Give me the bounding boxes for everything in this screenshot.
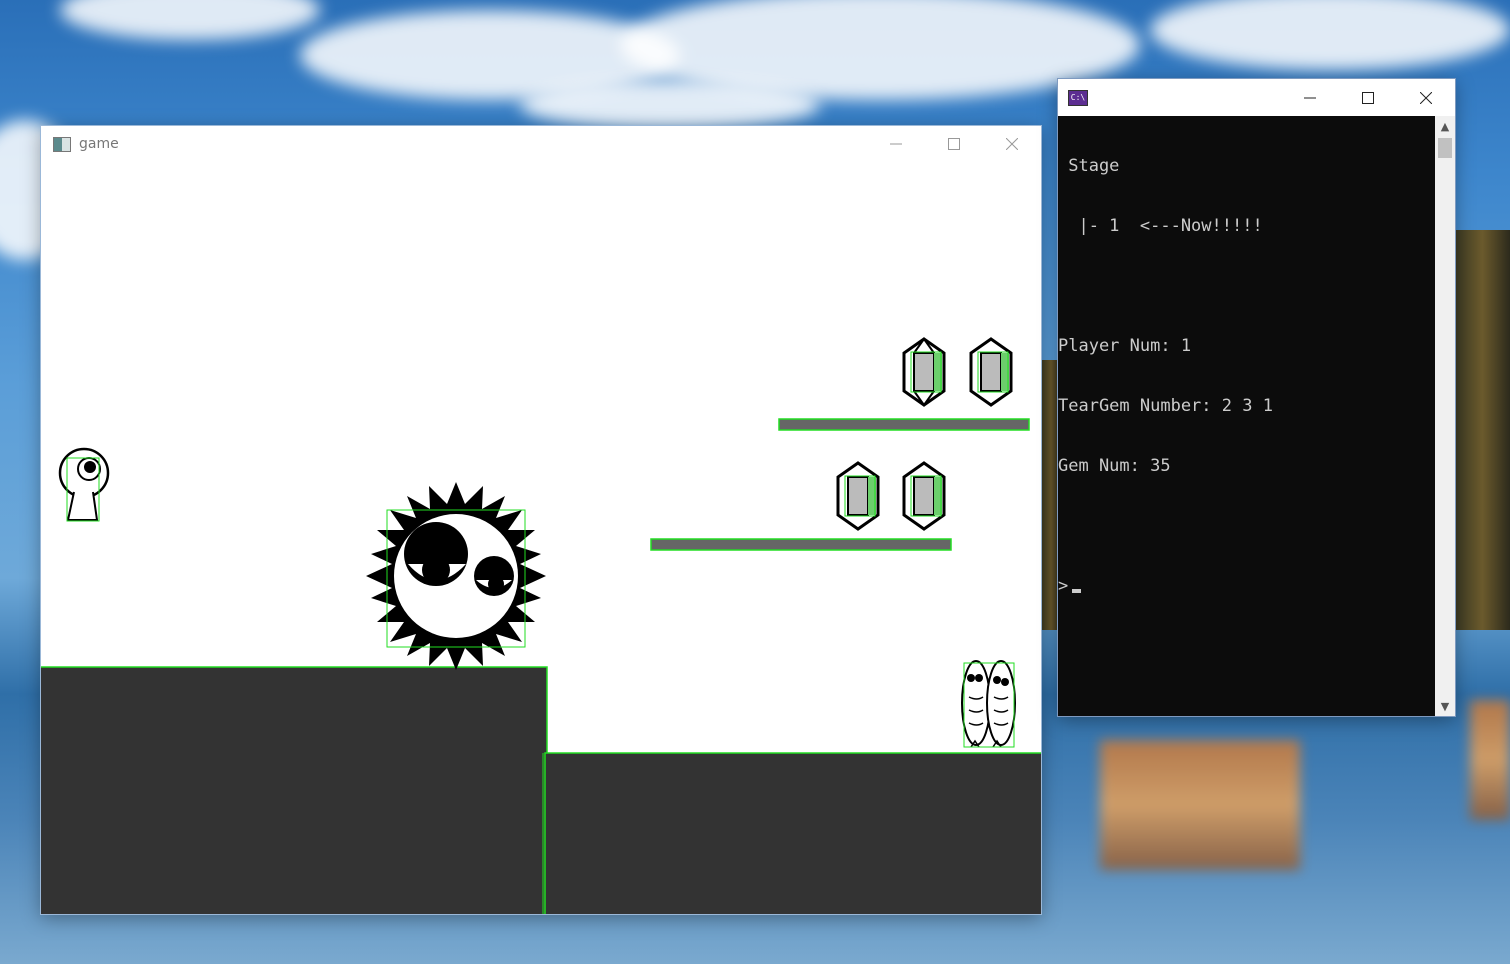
app-window-icon [53,136,71,152]
console-prompt: > [1058,576,1069,596]
console-titlebar[interactable]: C:\ [1058,79,1455,116]
cmd-icon: C:\ [1068,89,1088,106]
gem [969,337,1013,407]
close-icon [1006,138,1018,150]
gem [836,461,880,531]
console-line: |- 1 <---Now!!!!! [1058,216,1263,236]
minimize-icon [890,143,902,145]
minimize-icon [1304,97,1316,98]
player-character [58,447,110,522]
console-line: TearGem Number: 2 3 1 [1058,396,1273,416]
minimize-button[interactable] [867,126,925,162]
close-icon [1420,91,1432,104]
game-canvas[interactable] [41,162,1041,914]
console-minimize-button[interactable] [1281,79,1339,116]
console-maximize-button[interactable] [1339,79,1397,116]
scroll-down-arrow-icon[interactable]: ▼ [1435,696,1455,716]
maximize-icon [1362,91,1374,104]
scroll-up-arrow-icon[interactable]: ▲ [1435,116,1455,136]
scrollbar-thumb[interactable] [1438,138,1452,158]
platform-lower [650,538,952,551]
maximize-button[interactable] [925,126,983,162]
console-line: Player Num: 1 [1058,336,1192,356]
game-titlebar[interactable]: game [41,126,1041,162]
ground-left [41,667,547,914]
text-cursor [1072,589,1082,593]
game-window: game [41,126,1041,914]
platform-upper [778,418,1030,431]
spiky-enemy [366,482,546,670]
console-window: C:\ Stage |- 1 <---Now!!!!! Player Num: … [1058,79,1455,716]
console-prompt-line[interactable]: > [1058,576,1435,596]
maximize-icon [948,138,960,150]
console-scrollbar[interactable]: ▲ ▼ [1435,116,1455,716]
ground-right [545,753,1041,914]
gem [902,337,946,407]
window-title: game [79,136,119,152]
console-close-button[interactable] [1397,79,1455,116]
owl-enemy [961,660,1016,748]
console-output[interactable]: Stage |- 1 <---Now!!!!! Player Num: 1 Te… [1058,116,1435,716]
gem [902,461,946,531]
console-line: Gem Num: 35 [1058,456,1171,476]
close-button[interactable] [983,126,1041,162]
console-line: Stage [1058,156,1120,176]
